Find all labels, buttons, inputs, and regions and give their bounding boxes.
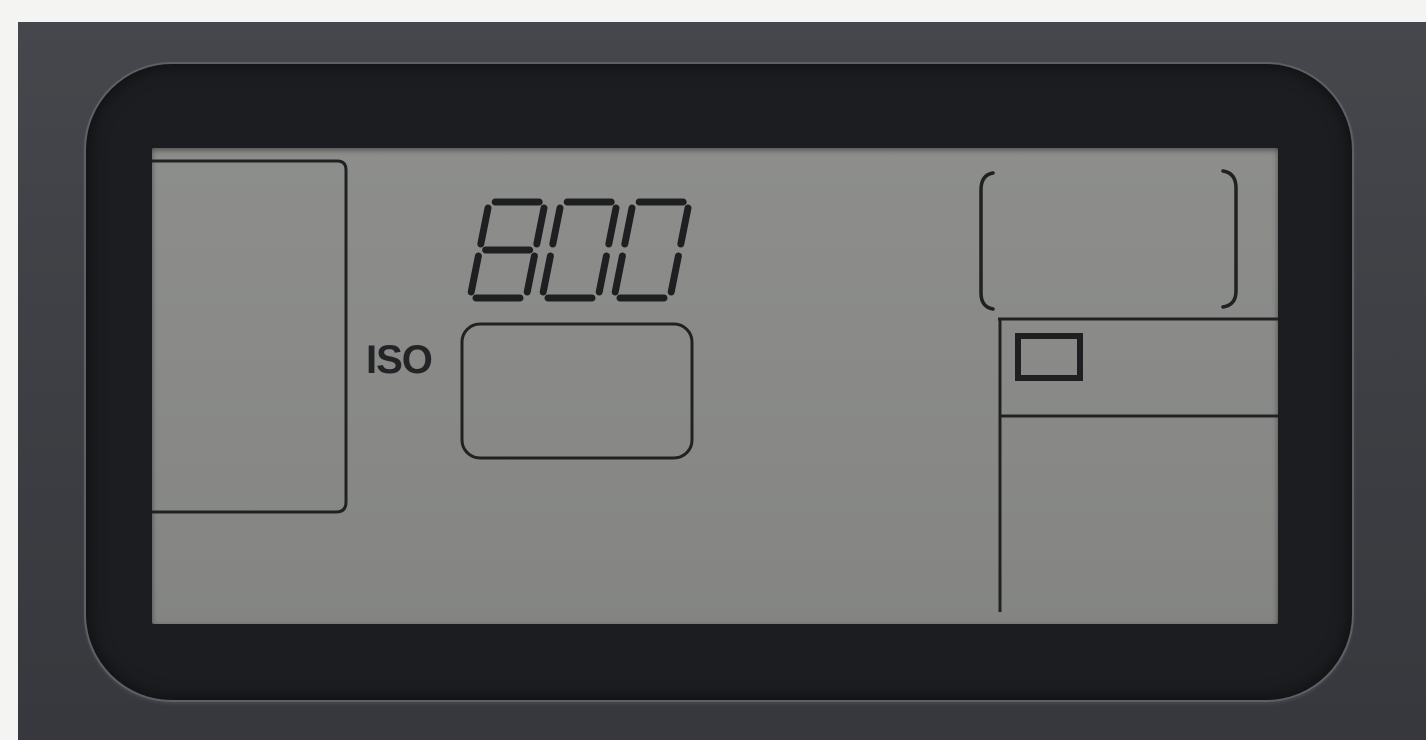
iso-digit — [611, 198, 692, 302]
digit-segment — [549, 204, 564, 248]
digit-segment — [621, 204, 636, 248]
digit-segment — [533, 204, 548, 248]
digit-segment — [523, 252, 538, 296]
digit-segment — [477, 204, 492, 248]
digit-segment — [667, 252, 682, 296]
bracket-right — [1221, 169, 1238, 309]
iso-label: ISO — [366, 338, 433, 382]
rectangle-outline-icon — [1015, 333, 1083, 381]
left-display-box — [152, 159, 348, 514]
digit-segment — [611, 252, 626, 296]
iso-sub-box — [460, 322, 694, 460]
lcd-segments — [152, 159, 1278, 612]
camera-top-panel: ISO — [0, 0, 1426, 740]
digit-segment — [605, 204, 620, 248]
digit-segment — [677, 204, 692, 248]
iso-value-digits — [467, 198, 692, 302]
digit-segment — [467, 252, 482, 296]
digit-segment — [539, 252, 554, 296]
iso-digit — [539, 198, 620, 302]
digit-segment — [595, 252, 610, 296]
bracket-left — [979, 171, 995, 311]
lcd-display: ISO — [152, 148, 1278, 624]
iso-digit — [467, 198, 548, 302]
